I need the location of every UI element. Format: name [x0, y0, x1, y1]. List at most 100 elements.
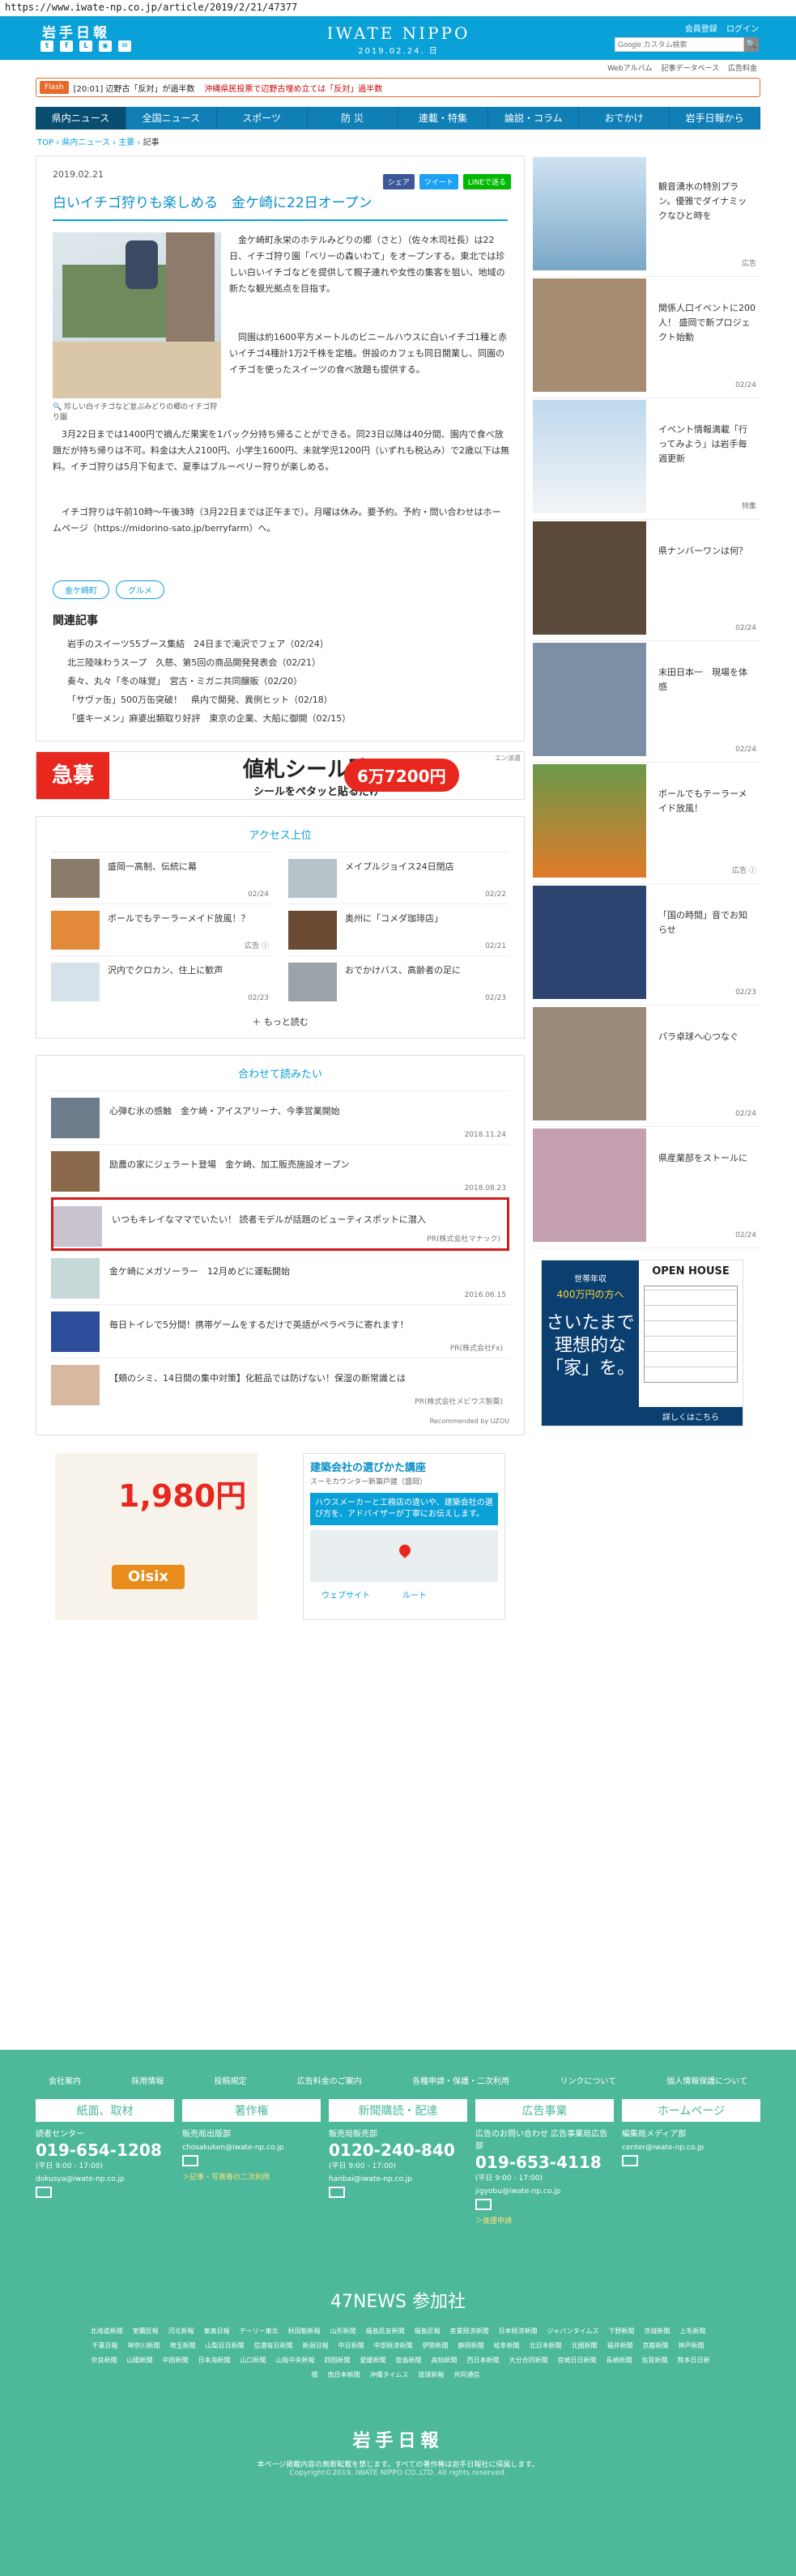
- member-paper-link[interactable]: 大分合同新聞: [509, 2357, 548, 2364]
- register-link[interactable]: 会員登録: [685, 25, 717, 34]
- related-item[interactable]: 「盛キーメン」麻婆出類取り好評 東京の企業、大船に御開（02/15）: [53, 709, 508, 728]
- sub-link-database[interactable]: 記事データベース: [662, 65, 720, 73]
- mail-icon[interactable]: [182, 2155, 198, 2166]
- side-item[interactable]: 関係人口イベントに200人！ 盛岡で新プロジェクト始動 02/24: [533, 277, 761, 398]
- member-paper-link[interactable]: 北國新聞: [572, 2342, 598, 2349]
- member-paper-link[interactable]: 神戸新聞: [679, 2342, 704, 2349]
- contact-link[interactable]: ＞記事・写真等の二次利用: [182, 2171, 321, 2182]
- mail-icon[interactable]: [622, 2155, 638, 2166]
- article-photo[interactable]: [53, 232, 221, 398]
- email[interactable]: jigyobu@iwate-np.co.jp: [475, 2187, 614, 2196]
- brand[interactable]: IWATE NIPPO 2019.02.24. 日: [317, 23, 479, 56]
- mail-icon[interactable]: [36, 2187, 52, 2198]
- member-paper-link[interactable]: 室蘭民報: [133, 2327, 159, 2335]
- oisix-ad[interactable]: 1,980円 Oisix: [55, 1453, 258, 1620]
- contact-link[interactable]: ＞後援申請: [475, 2215, 614, 2225]
- member-paper-link[interactable]: 佐賀新聞: [642, 2357, 668, 2364]
- nav-disaster[interactable]: 防 災: [308, 107, 398, 130]
- member-paper-link[interactable]: 長崎新聞: [607, 2357, 632, 2364]
- side-item[interactable]: ボールでもテーラーメイド放風！ 広告 ⓘ: [533, 763, 761, 884]
- member-paper-link[interactable]: 神奈川新聞: [128, 2342, 160, 2349]
- login-link[interactable]: ログイン: [726, 25, 759, 34]
- mail-icon[interactable]: [329, 2187, 345, 2198]
- email[interactable]: dokusya@iwate-np.co.jp: [36, 2175, 174, 2183]
- member-paper-link[interactable]: 四国新聞: [325, 2357, 351, 2364]
- member-paper-link[interactable]: 京都新聞: [643, 2342, 669, 2349]
- side-item[interactable]: 観音湧水の特別プラン。優雅でダイナミックなひと時を 広告: [533, 155, 761, 277]
- search-input[interactable]: [615, 37, 744, 52]
- recommend-item[interactable]: 毎日トイレで5分間！携帯ゲームをするだけで英語がペラペラに寄れます！ PR(株式会…: [51, 1304, 509, 1358]
- member-paper-link[interactable]: 山口新聞: [241, 2357, 266, 2364]
- member-paper-link[interactable]: 新潟日報: [303, 2342, 329, 2349]
- related-item[interactable]: 北三陸味わうスープ 久慈、第5回の商品開発発表会（02/21）: [53, 653, 508, 672]
- email[interactable]: hanbai@iwate-np.co.jp: [329, 2175, 467, 2183]
- access-item[interactable]: メイプルジョイス24日閉店 02/22: [288, 852, 509, 903]
- nav-national-news[interactable]: 全国ニュース: [126, 107, 217, 130]
- member-paper-link[interactable]: 河北新報: [168, 2327, 194, 2335]
- facebook-icon[interactable]: f: [60, 40, 73, 52]
- member-paper-link[interactable]: 産業経済新聞: [450, 2327, 489, 2335]
- tweet-button[interactable]: ツイート: [419, 174, 458, 189]
- flash-headline[interactable]: [20:01] 辺野古「反対」が過半数: [74, 82, 195, 94]
- member-paper-link[interactable]: 東奥日報: [204, 2327, 230, 2335]
- mail-icon[interactable]: ✉: [118, 40, 131, 52]
- side-item[interactable]: 県ナンバーワンは何？ 02/24: [533, 520, 761, 641]
- crumb-sub[interactable]: 主要: [118, 138, 134, 147]
- member-paper-link[interactable]: 日本海新聞: [198, 2357, 231, 2364]
- member-paper-link[interactable]: 山陽新聞: [127, 2357, 153, 2364]
- member-paper-link[interactable]: 千葉日報: [92, 2342, 118, 2349]
- email[interactable]: chosakuken@iwate-np.co.jp: [182, 2144, 321, 2152]
- footer-link[interactable]: 会社案内: [49, 2074, 81, 2086]
- footer-link[interactable]: 採用情報: [131, 2074, 164, 2086]
- member-paper-link[interactable]: 下野新聞: [608, 2327, 634, 2335]
- recommend-item-highlighted[interactable]: いつもキレイなママでいたい！ 読者モデルが話題のビューティスポットに潜入 PR(株…: [51, 1197, 509, 1251]
- member-paper-link[interactable]: 琉球新報: [418, 2371, 444, 2378]
- member-paper-link[interactable]: 北日本新聞: [530, 2342, 562, 2349]
- recommend-item[interactable]: 金ケ崎にメガソーラー 12月めどに運転開始 2016.06.15: [51, 1251, 509, 1304]
- nav-column[interactable]: 論説・コラム: [488, 107, 580, 130]
- member-paper-link[interactable]: 茨城新聞: [644, 2327, 670, 2335]
- member-paper-link[interactable]: 岐阜新聞: [494, 2342, 520, 2349]
- ad-cta-button[interactable]: 詳しくはこちら: [639, 1407, 743, 1426]
- footer-link[interactable]: 個人情報保護について: [666, 2074, 747, 2086]
- member-paper-link[interactable]: 山陰中央新報: [276, 2357, 315, 2364]
- line-share-button[interactable]: LINEで送る: [462, 174, 511, 189]
- flash-detail[interactable]: 沖縄県民投票で辺野古埋め立ては「反対」過半数: [204, 82, 382, 94]
- access-item[interactable]: おでかけバス、高齢者の足に 02/23: [288, 955, 509, 1007]
- related-item[interactable]: 「サヴァ缶」500万缶突破！ 県内で開発、異例ヒット（02/18）: [53, 691, 508, 709]
- member-paper-link[interactable]: 沖縄タイムス: [370, 2371, 409, 2378]
- nav-series[interactable]: 連載・特集: [398, 107, 489, 130]
- member-paper-link[interactable]: 中日新聞: [338, 2342, 364, 2349]
- related-item[interactable]: 岩手のスイーツ55ブース集結 24日まで滝沢でフェア（02/24）: [53, 635, 508, 653]
- footer-logo[interactable]: 岩手日報: [36, 2426, 760, 2452]
- nav-from-nippo[interactable]: 岩手日報から: [670, 107, 760, 130]
- side-item[interactable]: パラ卓球へ心つなぐ 02/24: [533, 1005, 761, 1127]
- member-paper-link[interactable]: 愛媛新聞: [360, 2357, 386, 2364]
- line-icon[interactable]: L: [79, 40, 92, 52]
- crumb-top[interactable]: TOP: [37, 138, 53, 147]
- uzou-credit[interactable]: Recommended by UZOU: [51, 1418, 509, 1425]
- side-item[interactable]: 末田日本一 現場を体感 02/24: [533, 641, 761, 763]
- member-paper-link[interactable]: 宮崎日日新聞: [558, 2357, 597, 2364]
- footer-link[interactable]: 投稿規定: [215, 2074, 247, 2086]
- nav-local-news[interactable]: 県内ニュース: [36, 107, 126, 130]
- site-logo[interactable]: 岩手日報: [42, 21, 110, 41]
- tag-kanegasaki[interactable]: 金ケ崎町: [53, 580, 109, 599]
- more-button[interactable]: ＋ もっと読む: [51, 1015, 509, 1028]
- access-item[interactable]: 沢内でクロカン、住上に歓声 02/23: [51, 955, 272, 1007]
- member-paper-link[interactable]: ジャパンタイムズ: [547, 2327, 599, 2335]
- facebook-share-button[interactable]: シェア: [382, 174, 415, 189]
- member-paper-link[interactable]: 中国新聞: [163, 2357, 189, 2364]
- suumo-ad[interactable]: 建築会社の選びかた講座 スーモカウンター新築戸建（盛岡） ハウスメーカーと工務店…: [303, 1453, 505, 1620]
- tag-gourmet[interactable]: グルメ: [116, 580, 164, 599]
- nav-sports[interactable]: スポーツ: [217, 107, 308, 130]
- member-paper-link[interactable]: 山梨日日新聞: [206, 2342, 245, 2349]
- footer-link[interactable]: 各種申請・保護・二次利用: [412, 2074, 509, 2086]
- side-item[interactable]: 県産業部をストールに 02/24: [533, 1127, 761, 1248]
- member-paper-link[interactable]: 信濃毎日新聞: [254, 2342, 293, 2349]
- sub-link-album[interactable]: Webアルバム: [607, 65, 653, 73]
- member-paper-link[interactable]: 日本経済新聞: [499, 2327, 538, 2335]
- member-paper-link[interactable]: 徳島新聞: [396, 2357, 422, 2364]
- sub-link-ad[interactable]: 広告料金: [728, 65, 757, 73]
- access-item[interactable]: 奥州に「コメダ珈琲店」 02/21: [288, 903, 509, 955]
